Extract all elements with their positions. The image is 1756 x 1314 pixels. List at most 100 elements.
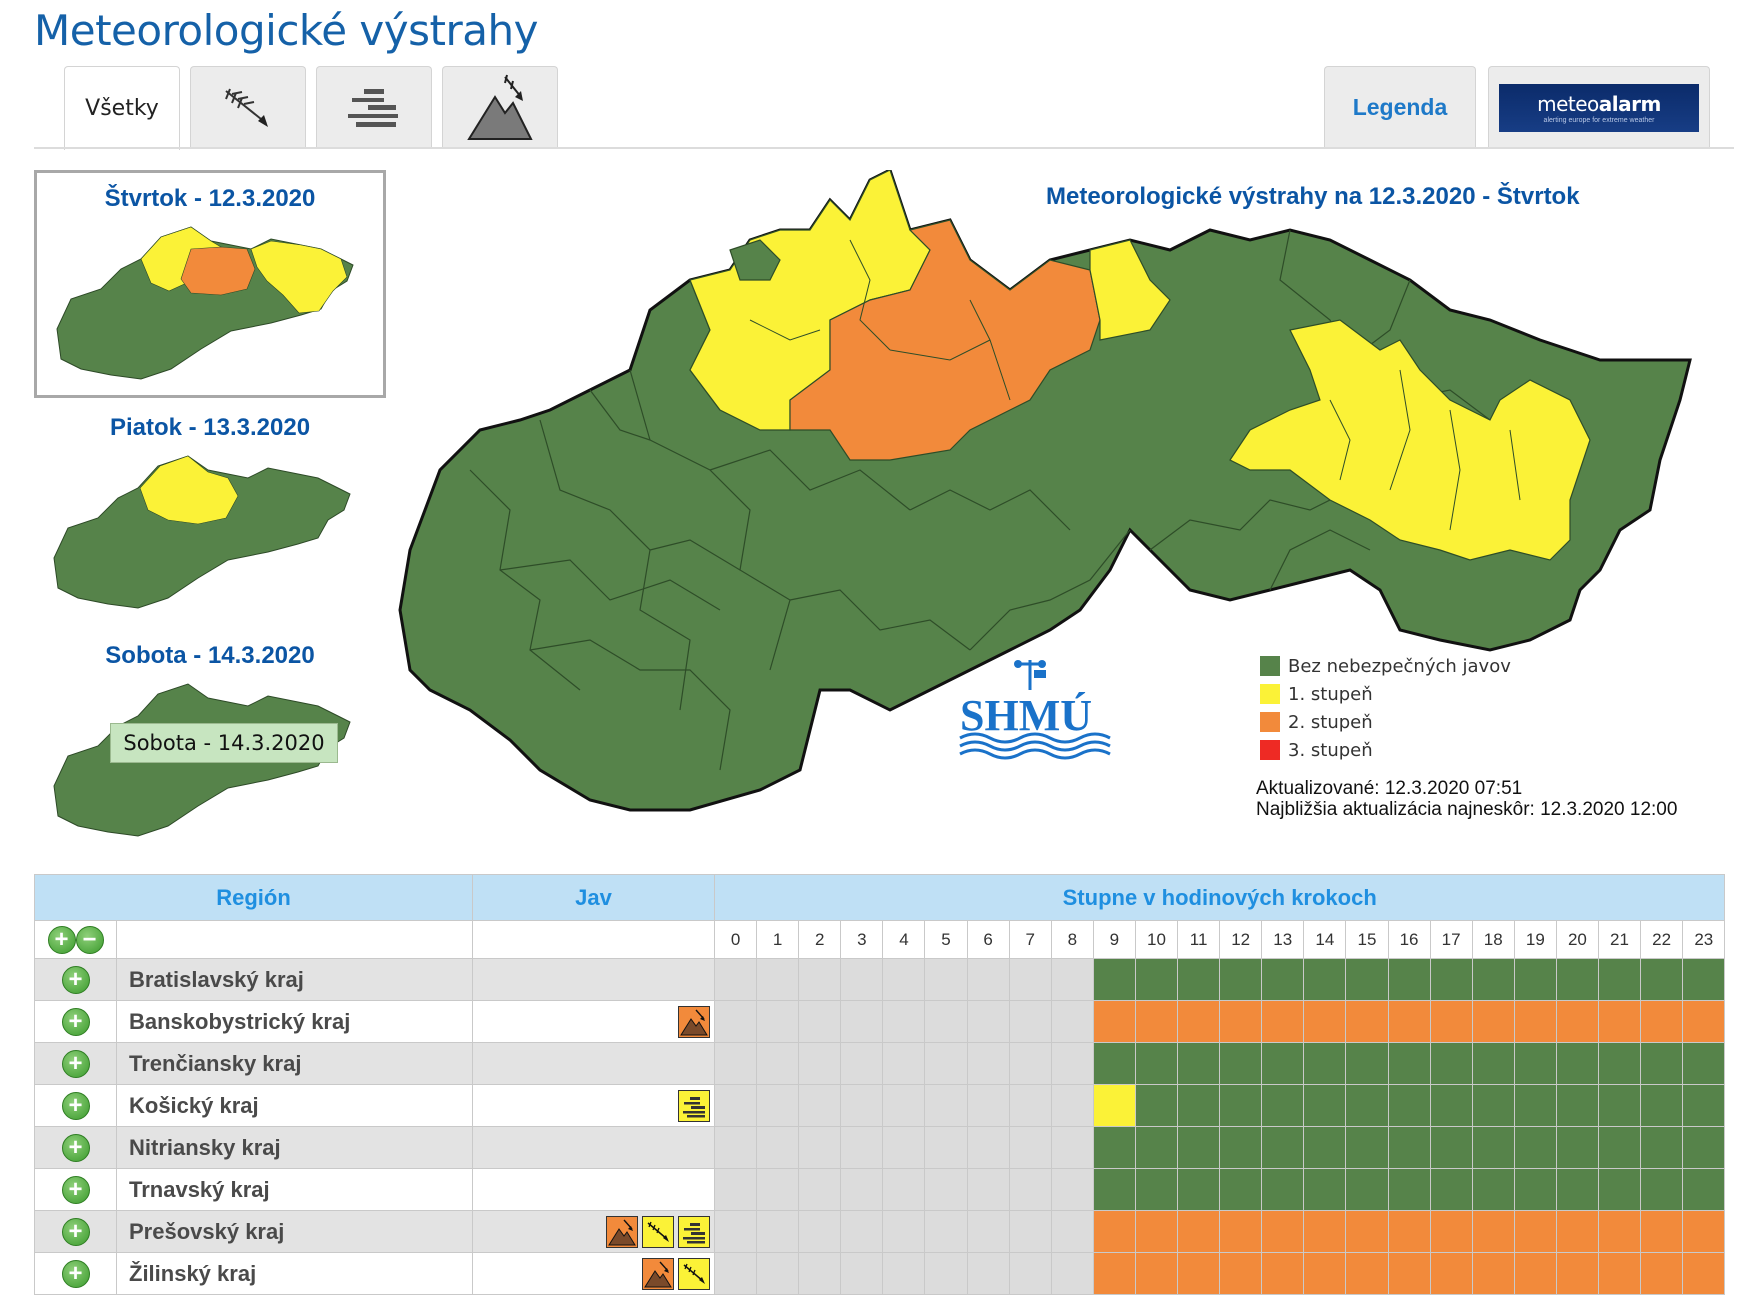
hour-level-cell-orange — [1134, 1252, 1179, 1295]
hour-level-cell-green — [1597, 1168, 1642, 1211]
hour-level-cell-grey — [966, 1168, 1010, 1211]
hour-level-cell-green — [1134, 1168, 1179, 1211]
hour-level-cell-grey — [1050, 1126, 1094, 1169]
expand-row-button[interactable]: + — [61, 1259, 90, 1288]
hour-level-cell-green — [1092, 1126, 1136, 1169]
hour-level-cell-orange — [1471, 1000, 1515, 1043]
hour-level-cell-orange — [1134, 1210, 1179, 1253]
hour-level-cell-orange — [1682, 1210, 1726, 1253]
mountain-wind-icon[interactable] — [606, 1215, 638, 1248]
hour-header: 18 — [1471, 920, 1515, 959]
hour-level-cell-grey — [1050, 1252, 1094, 1295]
mountain-wind-icon[interactable] — [642, 1257, 674, 1290]
hour-level-cell-green — [1261, 958, 1305, 1001]
hour-level-cell-green — [1261, 1042, 1305, 1085]
warnings-table-wrap: Región Jav Stupne v hodinových krokoch +… — [34, 874, 1726, 1295]
map-legend: Bez nebezpečných javov 1. stupeň 2. stup… — [1260, 652, 1511, 764]
hour-level-cell-grey — [840, 1084, 884, 1127]
map-title: Meteorologické výstrahy na 12.3.2020 - Š… — [1046, 183, 1580, 210]
tab-fog[interactable] — [316, 66, 432, 148]
hour-level-cell-green — [1429, 1042, 1473, 1085]
expand-row-button[interactable]: + — [61, 1133, 90, 1162]
wind-icon[interactable] — [678, 1257, 710, 1290]
legend-label-level2: 2. stupeň — [1288, 711, 1373, 733]
hour-level-cell-grey — [1008, 1000, 1052, 1043]
hour-level-cell-grey — [756, 958, 800, 1001]
hour-level-cell-orange — [1345, 1000, 1389, 1043]
expand-row-button[interactable]: + — [61, 1217, 90, 1246]
expand-row-button[interactable]: + — [61, 965, 90, 994]
tab-legend[interactable]: Legenda — [1324, 66, 1476, 148]
hour-header: 19 — [1513, 920, 1557, 959]
hour-level-cell-orange — [1597, 1210, 1642, 1253]
phenomenon-cell — [472, 1126, 715, 1169]
hour-level-cell-grey — [798, 1168, 842, 1211]
hour-level-cell-orange — [1387, 1210, 1431, 1253]
hour-header: 16 — [1387, 920, 1431, 959]
table-row: + Bratislavský kraj — [34, 958, 1726, 1001]
day-thursday[interactable]: Štvrtok - 12.3.2020 — [34, 170, 386, 398]
hour-level-cell-orange — [1303, 1252, 1347, 1295]
hour-level-cell-green — [1429, 1126, 1473, 1169]
hour-level-cell-orange — [1429, 1252, 1473, 1295]
collapse-all-button[interactable]: − — [75, 925, 104, 954]
region-name: Košický kraj — [116, 1084, 473, 1127]
fog-icon[interactable] — [678, 1215, 710, 1248]
hour-level-cell-green — [1345, 1084, 1389, 1127]
hour-level-cell-green — [1429, 958, 1473, 1001]
hour-level-cell-green — [1303, 1084, 1347, 1127]
expand-all-button[interactable]: + — [47, 925, 76, 954]
tab-all[interactable]: Všetky — [64, 66, 180, 150]
legend-swatch-yellow — [1260, 684, 1280, 704]
hour-level-cell-green — [1555, 1126, 1599, 1169]
tab-wind[interactable] — [190, 66, 306, 148]
wind-icon[interactable] — [642, 1215, 674, 1248]
hour-header: 12 — [1219, 920, 1263, 959]
tab-mountain[interactable] — [442, 66, 558, 148]
hour-level-cell-green — [1640, 1084, 1684, 1127]
day-friday[interactable]: Piatok - 13.3.2020 — [34, 400, 386, 620]
legend-item-level3: 3. stupeň — [1260, 736, 1511, 764]
hour-level-cell-orange — [1134, 1000, 1179, 1043]
expand-row-button[interactable]: + — [61, 1007, 90, 1036]
hour-header: 7 — [1008, 920, 1052, 959]
hour-level-cell-green — [1387, 1042, 1431, 1085]
legend-item-level1: 1. stupeň — [1260, 680, 1511, 708]
mountain-wind-icon[interactable] — [678, 1005, 710, 1038]
hour-level-cell-green — [1682, 1042, 1726, 1085]
hour-level-cell-green — [1303, 1126, 1347, 1169]
row-expand-cell: + — [34, 1210, 117, 1253]
expand-row-button[interactable]: + — [61, 1175, 90, 1204]
expand-row-button[interactable]: + — [61, 1091, 90, 1120]
hour-level-cell-grey — [882, 1084, 926, 1127]
hour-header: 2 — [798, 920, 842, 959]
region-name: Trnavský kraj — [116, 1168, 473, 1211]
hour-level-cell-green — [1303, 1042, 1347, 1085]
fog-icon[interactable] — [678, 1089, 710, 1122]
hour-level-cell-grey — [1050, 1168, 1094, 1211]
meteoalarm-link[interactable]: meteoalarm alerting europe for extreme w… — [1488, 66, 1710, 148]
region-name: Prešovský kraj — [116, 1210, 473, 1253]
main-warning-map[interactable]: SHMÚ — [390, 170, 1710, 830]
hour-level-cell-green — [1682, 1168, 1726, 1211]
hour-level-cell-grey — [924, 1252, 968, 1295]
row-expand-cell: + — [34, 958, 117, 1001]
hour-level-cell-grey — [840, 1252, 884, 1295]
hour-level-cell-orange — [1387, 1252, 1431, 1295]
tab-all-label: Všetky — [85, 96, 159, 121]
legend-swatch-green — [1260, 656, 1280, 676]
hour-level-cell-orange — [1092, 1000, 1136, 1043]
hour-level-cell-green — [1640, 1168, 1684, 1211]
hour-level-cell-orange — [1429, 1000, 1473, 1043]
hour-level-cell-grey — [756, 1084, 800, 1127]
hour-level-cell-grey — [756, 1252, 800, 1295]
hour-level-cell-green — [1597, 1126, 1642, 1169]
hour-level-cell-orange — [1471, 1210, 1515, 1253]
hour-level-cell-grey — [966, 1126, 1010, 1169]
hour-level-cell-grey — [924, 1210, 968, 1253]
table-header-row: Región Jav Stupne v hodinových krokoch — [34, 874, 1726, 921]
expand-row-button[interactable]: + — [61, 1049, 90, 1078]
row-expand-cell: + — [34, 1168, 117, 1211]
phenomenon-cell — [472, 1042, 715, 1085]
hour-level-cell-green — [1471, 958, 1515, 1001]
